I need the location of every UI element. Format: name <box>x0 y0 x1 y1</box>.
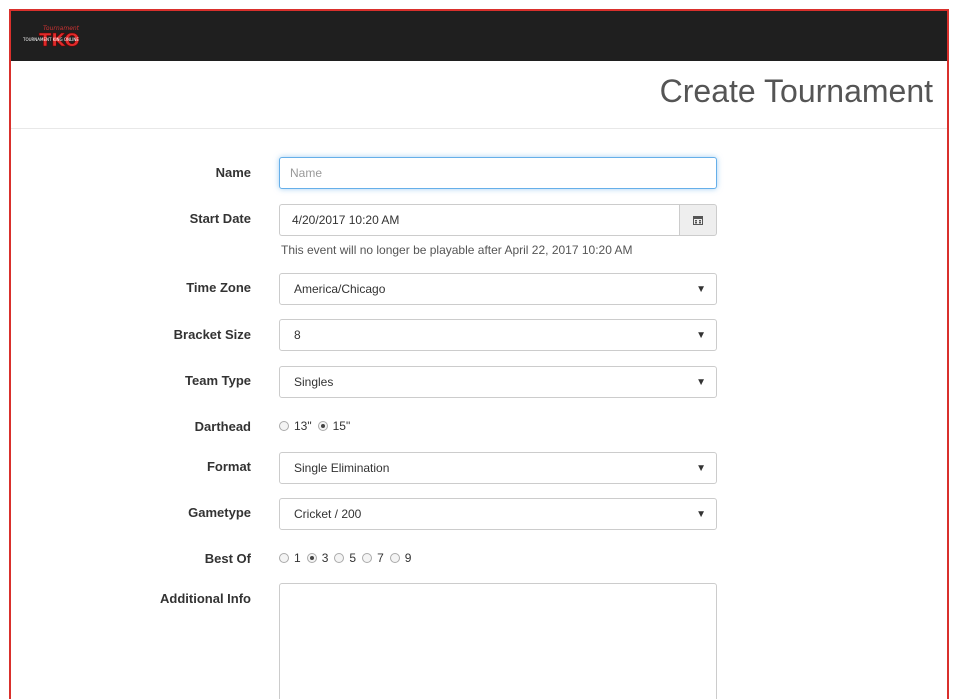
time-zone-value: America/Chicago <box>294 282 386 296</box>
radio-icon <box>389 553 400 563</box>
gametype-value: Cricket / 200 <box>294 507 362 521</box>
chevron-down-icon: ▼ <box>696 509 706 520</box>
bracket-size-select[interactable]: 8 ▼ <box>279 319 717 351</box>
best-of-option-5[interactable]: 5 <box>334 551 356 565</box>
radio-icon <box>362 553 373 563</box>
darthead-label: Darthead <box>194 419 251 434</box>
additional-info-textarea[interactable] <box>279 583 717 699</box>
format-select[interactable]: Single Elimination ▼ <box>279 452 717 484</box>
best-of-option-label: 9 <box>404 551 412 565</box>
darthead-radio-group: 13" 15" <box>279 419 356 433</box>
gametype-label: Gametype <box>188 505 251 520</box>
top-navbar: Tournament TKO TOURNAMENT KING ONLINE <box>11 11 947 61</box>
start-date-label: Start Date <box>189 211 251 226</box>
tko-logo[interactable]: Tournament TKO TOURNAMENT KING ONLINE <box>21 21 111 53</box>
name-input[interactable]: Name <box>279 157 717 189</box>
radio-icon <box>279 421 289 431</box>
best-of-option-label: 3 <box>321 551 329 565</box>
time-zone-select[interactable]: America/Chicago ▼ <box>279 273 717 305</box>
gametype-select[interactable]: Cricket / 200 ▼ <box>279 498 717 530</box>
darthead-option-label: 13" <box>294 419 312 433</box>
chevron-down-icon: ▼ <box>696 463 706 474</box>
darthead-option-13[interactable]: 13" <box>279 419 312 433</box>
radio-icon <box>279 553 289 563</box>
best-of-option-label: 5 <box>349 551 357 565</box>
radio-checked-icon <box>306 553 317 563</box>
radio-checked-icon <box>317 421 328 431</box>
start-date-input[interactable]: 4/20/2017 10:20 AM <box>279 204 679 236</box>
page-title: Create Tournament <box>659 73 933 109</box>
darthead-option-label: 15" <box>332 419 351 433</box>
best-of-option-9[interactable]: 9 <box>389 551 412 565</box>
team-type-select[interactable]: Singles ▼ <box>279 366 717 398</box>
team-type-label: Team Type <box>185 373 251 388</box>
format-label: Format <box>206 459 251 474</box>
radio-icon <box>334 553 345 563</box>
best-of-label: Best Of <box>204 551 251 566</box>
name-placeholder: Name <box>290 166 323 180</box>
additional-info-label: Additional Info <box>160 591 251 606</box>
calendar-icon <box>693 216 703 225</box>
page-header: Create Tournament <box>11 61 947 129</box>
bracket-size-value: 8 <box>294 328 301 342</box>
darthead-option-15[interactable]: 15" <box>317 419 351 433</box>
time-zone-label: Time Zone <box>186 280 251 295</box>
team-type-value: Singles <box>294 375 334 389</box>
start-date-help: This event will no longer be playable af… <box>281 243 633 257</box>
chevron-down-icon: ▼ <box>696 330 706 341</box>
best-of-option-7[interactable]: 7 <box>362 551 384 565</box>
name-label: Name <box>215 165 251 180</box>
start-date-group: 4/20/2017 10:20 AM <box>279 204 717 236</box>
app-frame: Tournament TKO TOURNAMENT KING ONLINE Cr… <box>9 9 949 699</box>
svg-text:TOURNAMENT KING ONLINE: TOURNAMENT KING ONLINE <box>22 37 79 42</box>
bracket-size-label: Bracket Size <box>173 327 251 342</box>
best-of-option-1[interactable]: 1 <box>279 551 301 565</box>
format-value: Single Elimination <box>294 461 390 475</box>
chevron-down-icon: ▼ <box>696 284 706 295</box>
best-of-radio-group: 1 3 5 7 9 <box>279 551 417 565</box>
best-of-option-3[interactable]: 3 <box>306 551 329 565</box>
chevron-down-icon: ▼ <box>696 377 706 388</box>
calendar-button[interactable] <box>679 204 717 236</box>
best-of-option-label: 1 <box>294 551 301 565</box>
best-of-option-label: 7 <box>377 551 384 565</box>
